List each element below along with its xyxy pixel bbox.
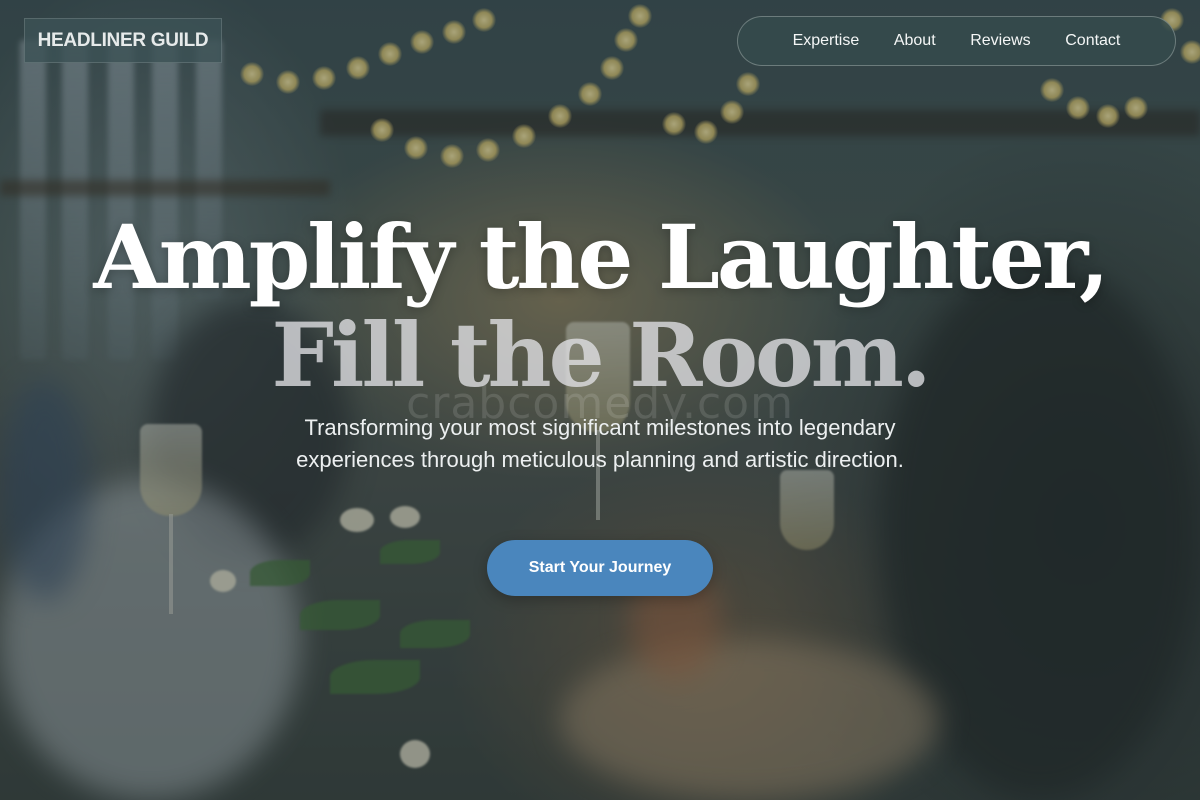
nav-link-reviews[interactable]: Reviews [970, 32, 1030, 50]
nav-link-contact[interactable]: Contact [1065, 32, 1120, 50]
hero-title-line-2: Fill the Room. [271, 303, 932, 407]
brand-logo[interactable]: HEADLINER GUILD [24, 18, 222, 63]
start-journey-button[interactable]: Start Your Journey [487, 540, 713, 596]
main-navigation: Expertise About Reviews Contact [737, 16, 1176, 66]
hero-title-line-1: Amplify the Laughter, [93, 205, 1109, 309]
nav-link-about[interactable]: About [894, 32, 936, 50]
hero-subtitle: Transforming your most significant miles… [296, 415, 904, 472]
nav-link-expertise[interactable]: Expertise [793, 32, 860, 50]
